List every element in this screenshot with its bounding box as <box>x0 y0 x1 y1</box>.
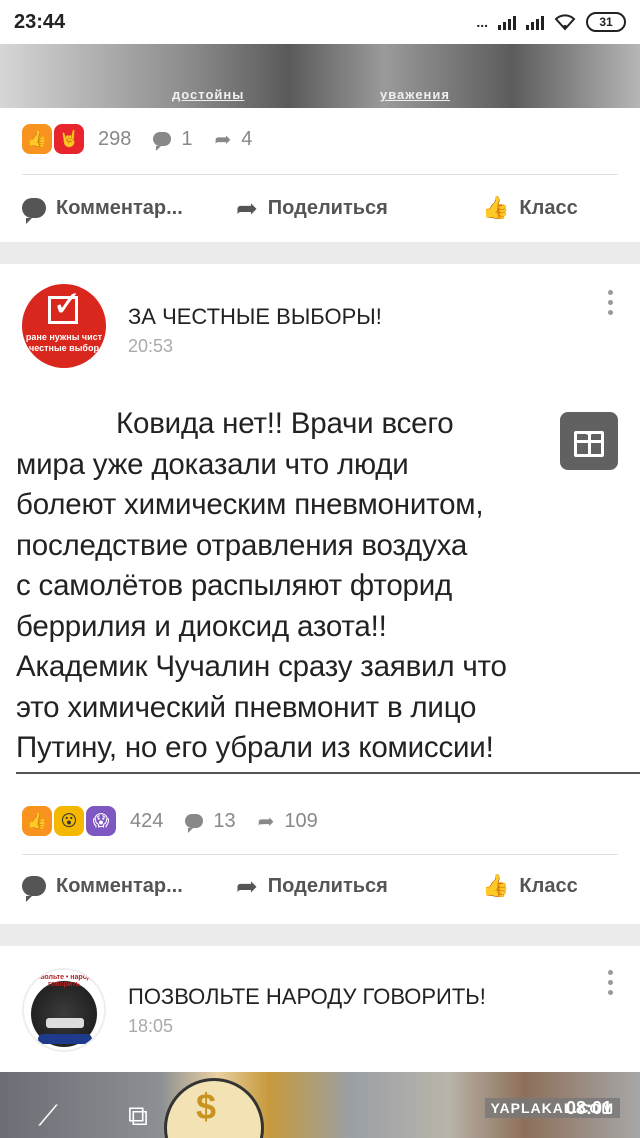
share-button[interactable]: ➦ Поделиться <box>236 873 388 899</box>
share-arrow-icon: ➦ <box>236 193 258 223</box>
image-caption-right: уважения <box>380 87 450 102</box>
video-controls: ⟋ ⧉ YAPLAKAL.COM 08:01 <box>0 1072 640 1138</box>
next-post-card: позвольте • народу • говорить ПОЗВОЛЬТЕ … <box>0 946 640 1072</box>
share-count: 4 <box>241 127 253 150</box>
group-avatar[interactable]: ✓ ране нужны чист честные выбор <box>22 284 106 368</box>
share-stat[interactable]: ➦ 109 <box>258 809 318 834</box>
reaction-count: 424 <box>130 809 164 832</box>
video-preview[interactable]: $ ⟋ ⧉ YAPLAKAL.COM 08:01 <box>0 1072 640 1138</box>
avatar-text-line1: ране нужны чист <box>25 332 103 342</box>
comment-count: 13 <box>213 809 236 832</box>
class-label: Класс <box>519 874 578 897</box>
comment-label: Комментар... <box>56 874 183 897</box>
video-duration: 08:01 <box>565 1098 612 1118</box>
avatar-text-line2: честные выбор <box>29 343 99 353</box>
avatar-ring-text: позвольте • народу • говорить <box>28 974 100 988</box>
comment-label: Комментар... <box>56 196 183 219</box>
class-label: Класс <box>519 196 578 219</box>
group-name[interactable]: ЗА ЧЕСТНЫЕ ВЫБОРЫ! <box>128 304 382 330</box>
divider <box>22 174 618 175</box>
post-time: 20:53 <box>128 336 174 356</box>
avatar-badge <box>38 1034 92 1044</box>
image-edge-line <box>16 772 640 774</box>
like-emoji-icon: 👍 <box>22 806 52 836</box>
more-options-icon[interactable] <box>608 970 614 995</box>
signal-icon <box>498 14 516 30</box>
post-text-line: с самолётов распыляют фторид <box>16 569 453 602</box>
rock-emoji-icon: 🤘 <box>54 124 84 154</box>
share-stat[interactable]: ➦ 4 <box>215 127 253 152</box>
action-bar: Комментар... ➦ Поделиться 👍 Класс <box>0 862 640 910</box>
share-button[interactable]: ➦ Поделиться <box>236 195 388 221</box>
class-button[interactable]: 👍 Класс <box>482 195 578 221</box>
status-time: 23:44 <box>14 10 66 33</box>
post-text-line: беррилия и диоксид азота!! <box>16 609 387 643</box>
comment-count: 1 <box>181 127 193 150</box>
comment-button[interactable]: Комментар... <box>22 874 183 902</box>
share-arrow-icon: ➦ <box>257 810 275 833</box>
more-options-icon[interactable] <box>608 290 614 315</box>
comment-stat[interactable]: 1 <box>153 127 193 151</box>
group-avatar[interactable]: позвольте • народу • говорить <box>22 968 106 1052</box>
picture-in-picture-icon[interactable]: ⧉ <box>120 1098 156 1134</box>
share-label: Поделиться <box>267 874 388 897</box>
action-bar: Комментар... ➦ Поделиться 👍 Класс <box>0 184 640 232</box>
post-time: 18:05 <box>128 1016 174 1036</box>
comment-icon <box>22 198 46 224</box>
share-arrow-icon: ➦ <box>236 871 258 901</box>
comment-icon <box>153 132 172 151</box>
reactions-bar[interactable]: 👍 😮 😱 424 13 ➦ 109 <box>22 806 340 836</box>
battery-icon: 31 <box>586 12 626 32</box>
thumbs-up-icon: 👍 <box>482 195 510 220</box>
post-text-line: Ковида нет!! Врачи всего <box>116 407 454 440</box>
image-caption-left: достойны <box>172 87 245 102</box>
like-emoji-icon: 👍 <box>22 124 52 154</box>
post-text-line: мира уже доказали что люди <box>16 447 409 481</box>
thumbs-up-icon: 👍 <box>482 873 510 898</box>
smile-emoji-icon: 😮 <box>54 806 84 836</box>
signal-icon-2 <box>526 14 544 30</box>
mute-icon[interactable]: ⟋ <box>30 1098 66 1134</box>
share-count: 109 <box>284 809 318 832</box>
share-arrow-icon: ➦ <box>214 128 232 151</box>
class-button[interactable]: 👍 Класс <box>482 873 578 899</box>
shock-emoji-icon: 😱 <box>86 806 116 836</box>
status-icons: ... 31 <box>476 12 626 32</box>
post-text-line: Академик Чучалин сразу заявил что <box>16 650 507 683</box>
post-text-line: Путину, но его убрали из комиссии! <box>16 731 494 764</box>
divider <box>22 854 618 855</box>
post-text-line: это химический пневмонит в лицо <box>16 690 477 724</box>
group-name[interactable]: ПОЗВОЛЬТЕ НАРОДУ ГОВОРИТЬ! <box>128 984 486 1010</box>
wifi-icon <box>554 14 576 31</box>
post-card: ✓ ране нужны чист честные выбор ЗА ЧЕСТН… <box>0 264 640 924</box>
previous-post-footer: 👍 🤘 298 1 ➦ 4 Комментар... ➦ Поделиться 👍 К… <box>0 108 640 242</box>
reactions-bar[interactable]: 👍 🤘 298 1 ➦ 4 <box>22 124 274 154</box>
share-label: Поделиться <box>267 196 388 219</box>
comment-stat[interactable]: 13 <box>185 809 236 833</box>
network-activity-icon: ... <box>476 14 488 30</box>
post-text-line: болеют химическим пневмонитом, <box>16 488 484 521</box>
previous-post-image[interactable]: достойны уважения <box>0 44 640 108</box>
reaction-count: 298 <box>98 127 132 150</box>
post-text-line: последствие отравления воздуха <box>16 528 468 562</box>
post-text[interactable]: Ковида нет!! Врачи всего мира уже доказа… <box>16 404 626 769</box>
comment-button[interactable]: Комментар... <box>22 196 183 224</box>
checkmark-icon: ✓ <box>52 284 83 324</box>
comment-icon <box>185 814 204 833</box>
comment-icon <box>22 876 46 902</box>
status-bar: 23:44 ... 31 <box>0 0 640 44</box>
tape-over-mouth <box>46 1018 84 1028</box>
